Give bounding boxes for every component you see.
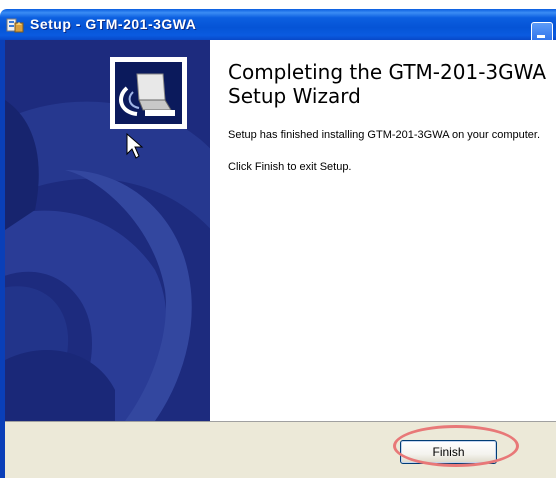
window-title: Setup - GTM-201-3GWA: [30, 16, 197, 32]
banner-artwork: [5, 40, 210, 421]
install-complete-text: Setup has finished installing GTM-201-3G…: [228, 129, 541, 141]
setup-icon: [6, 18, 24, 33]
finish-button[interactable]: Finish: [400, 440, 497, 464]
exit-instruction-text: Click Finish to exit Setup.: [228, 161, 352, 173]
wizard-content: Completing the GTM-201-3GWA Setup Wizard…: [210, 40, 556, 421]
top-strip: [0, 0, 556, 9]
minimize-icon: [537, 35, 545, 38]
wizard-heading: Completing the GTM-201-3GWA Setup Wizard: [228, 60, 546, 108]
title-bar[interactable]: Setup - GTM-201-3GWA: [0, 9, 556, 44]
wizard-side-banner: [5, 40, 210, 421]
